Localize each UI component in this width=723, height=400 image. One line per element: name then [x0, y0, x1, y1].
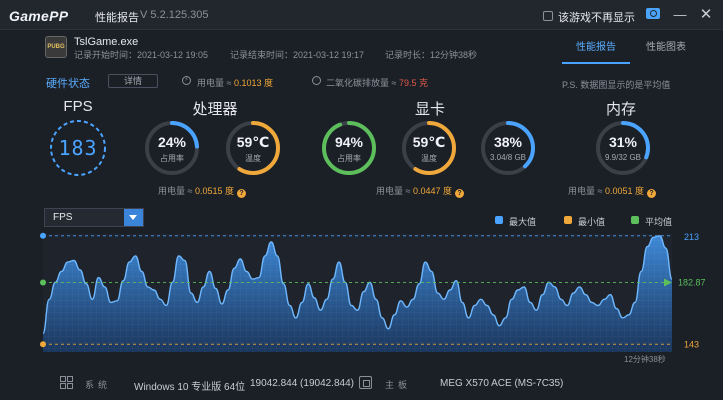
cpu-power-label: 用电量 ≈ — [158, 186, 193, 196]
cpu-power: 用电量 ≈ 0.0515 度? — [158, 184, 246, 198]
gpu-vram-label: 3.04/8 GB — [489, 153, 527, 162]
legend-max: 最大值 — [495, 215, 537, 228]
gpu-usage-label: 占用率 — [337, 154, 361, 163]
cpu-temp-value: 59℃ — [236, 134, 270, 150]
game-name: TslGame.exe — [74, 36, 139, 48]
memory-usage-value: 31% — [608, 134, 638, 150]
legend-avg-label: 平均值 — [645, 217, 673, 227]
tab-performance-chart[interactable]: 性能图表 — [632, 38, 700, 64]
hardware-status-label: 硬件状态 — [46, 78, 90, 90]
record-end-time: 记录结束时间：2021-03-12 19:17 — [230, 50, 365, 60]
legend-min-swatch — [564, 216, 572, 224]
total-power: 用电量 ≈ 0.1013 度 — [197, 76, 273, 89]
close-icon[interactable]: ✕ — [699, 5, 713, 23]
details-button[interactable]: 详情 — [108, 74, 158, 88]
record-start-time: 记录开始时间：2021-03-12 19:05 — [74, 50, 209, 60]
gpu-power-label: 用电量 ≈ — [376, 186, 411, 196]
power-icon: ⚡ — [182, 76, 191, 85]
app-logo: GamePP — [9, 8, 69, 24]
cpu-temp-gauge: 59℃ 温度 — [224, 119, 282, 177]
motherboard-icon — [359, 376, 372, 389]
co2-icon: ◌ — [312, 76, 321, 85]
fps-title: FPS — [63, 98, 93, 115]
max-marker-dot — [40, 232, 46, 239]
legend-avg: 平均值 — [631, 215, 673, 228]
gpu-usage-value: 94% — [334, 134, 364, 150]
app-version: V 5.2.125.305 — [140, 9, 209, 21]
legend-min-label: 最小值 — [578, 217, 606, 227]
duration-label: 12分钟38秒 — [624, 354, 666, 364]
memory-power: 用电量 ≈ 0.0051 度? — [568, 184, 656, 198]
memory-power-label: 用电量 ≈ — [568, 186, 603, 196]
minimize-icon[interactable]: — — [673, 7, 687, 22]
fps-value: 183 — [58, 136, 98, 160]
record-duration: 记录时长：12分钟38秒 — [385, 50, 478, 60]
gpu-temp-value: 59℃ — [412, 134, 446, 150]
avg-marker-label: 182.87 — [678, 278, 706, 288]
legend-max-label: 最大值 — [509, 217, 537, 227]
memory-usage-gauge: 31% 9.9/32 GB — [594, 119, 652, 177]
window-title: 性能报告 — [95, 12, 139, 24]
cpu-title: 处理器 — [192, 101, 238, 118]
dont-show-checkbox[interactable] — [543, 11, 553, 21]
os-value: Windows 10 专业版 64位 — [134, 382, 246, 393]
total-power-label: 用电量 ≈ — [197, 78, 232, 88]
motherboard-value: MEG X570 ACE (MS-7C35) — [440, 378, 564, 389]
legend-max-swatch — [495, 216, 503, 224]
legend-avg-swatch — [631, 216, 639, 224]
co2-label: 二氧化碳排放量 ≈ — [326, 78, 397, 88]
memory-power-value: 0.0051 度 — [604, 186, 644, 196]
fps-area-chart: 213 182.87 143 12分钟38秒 — [40, 232, 706, 364]
os-label: 系统 — [85, 380, 112, 390]
avg-marker-dot — [40, 279, 46, 286]
gpu-title: 显卡 — [414, 101, 445, 118]
gpu-power: 用电量 ≈ 0.0447 度? — [376, 184, 464, 198]
cpu-usage-gauge: 24% 占用率 — [143, 119, 201, 177]
tab-performance-report[interactable]: 性能报告 — [562, 38, 630, 64]
total-power-value: 0.1013 度 — [233, 78, 273, 88]
help-icon[interactable]: ? — [237, 189, 246, 198]
os-build: 19042.844 (19042.844) — [250, 378, 354, 389]
min-marker-dot — [40, 341, 46, 348]
gpu-temp-label: 温度 — [421, 154, 437, 163]
memory-title: 内存 — [605, 101, 636, 118]
motherboard-label: 主板 — [385, 380, 412, 390]
ps-note: P.S. 数据图显示的是平均值 — [562, 80, 671, 90]
max-marker-label: 213 — [684, 232, 699, 242]
cpu-power-value: 0.0515 度 — [194, 186, 234, 196]
gpu-vram-value: 38% — [493, 134, 523, 150]
dont-show-label[interactable]: 该游戏不再显示 — [558, 9, 635, 25]
cpu-temp-label: 温度 — [245, 154, 261, 163]
metric-select[interactable]: FPS — [44, 208, 144, 227]
legend-min: 最小值 — [564, 215, 606, 228]
cpu-usage-label: 占用率 — [160, 154, 184, 163]
help-icon[interactable]: ? — [647, 189, 656, 198]
metric-select-value: FPS — [53, 212, 73, 223]
cpu-usage-value: 24% — [157, 134, 187, 150]
title-bar: GamePP 性能报告 V 5.2.125.305 该游戏不再显示 — ✕ — [0, 0, 723, 30]
camera-icon[interactable] — [646, 8, 660, 19]
memory-usage-label: 9.9/32 GB — [604, 153, 642, 162]
co2-value: 79.5 克 — [398, 78, 428, 88]
gpu-usage-gauge: 94% 占用率 — [320, 119, 378, 177]
game-icon: PUBG — [45, 36, 67, 58]
chevron-down-icon[interactable] — [124, 209, 143, 226]
gpu-power-value: 0.0447 度 — [412, 186, 452, 196]
windows-icon — [60, 376, 74, 390]
min-marker-label: 143 — [684, 339, 699, 349]
help-icon[interactable]: ? — [455, 189, 464, 198]
co2-emission: 二氧化碳排放量 ≈ 79.5 克 — [326, 76, 428, 89]
system-info: 系统 Windows 10 专业版 64位 19042.844 (19042.8… — [0, 372, 723, 400]
gpu-temp-gauge: 59℃ 温度 — [400, 119, 458, 177]
gpu-vram-gauge: 38% 3.04/8 GB — [479, 119, 537, 177]
